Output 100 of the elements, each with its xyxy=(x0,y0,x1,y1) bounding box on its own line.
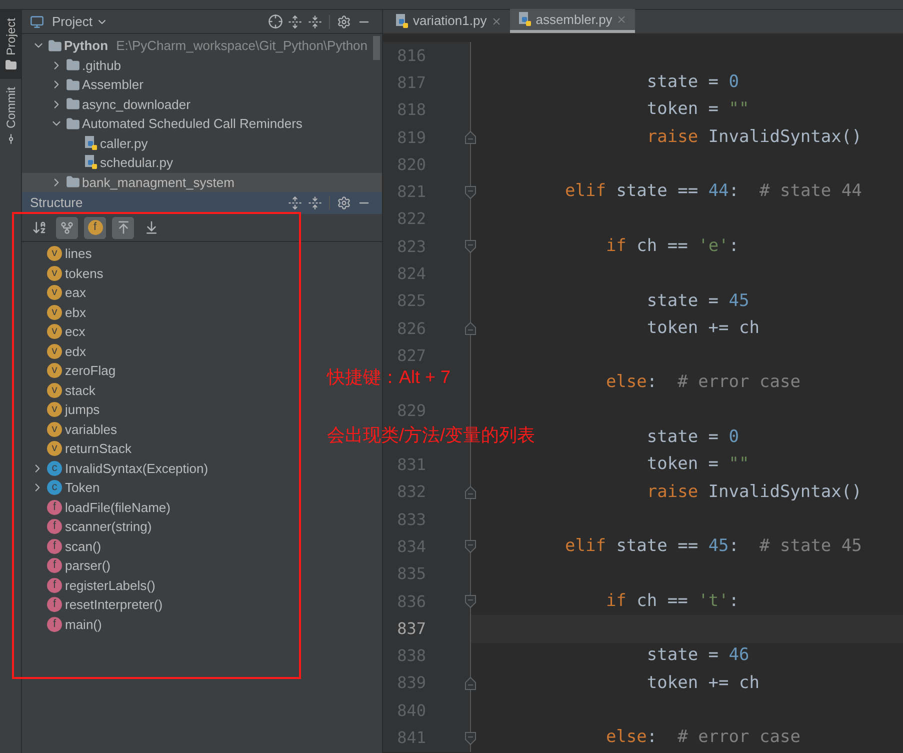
fold-end-icon[interactable] xyxy=(465,322,476,336)
fold-end-icon[interactable] xyxy=(465,486,476,499)
tree-label: caller.py xyxy=(100,134,148,153)
line-number: 837 xyxy=(397,618,426,640)
variable-badge: v xyxy=(47,402,62,418)
structure-item[interactable]: v edx xyxy=(22,342,88,361)
structure-label: loadFile(fileName) xyxy=(65,498,170,517)
project-path: E:\PyCharm_workspace\Git_Python\Python xyxy=(116,37,368,55)
variable-badge: v xyxy=(47,344,62,359)
collapse-all-icon[interactable] xyxy=(308,196,322,210)
structure-label: stack xyxy=(65,382,96,400)
close-icon[interactable] xyxy=(490,16,502,26)
structure-item[interactable]: f parser() xyxy=(22,556,113,576)
structure-item[interactable]: v stack xyxy=(22,380,98,400)
fold-start-icon[interactable] xyxy=(465,240,476,254)
tool-window-tab[interactable]: Commit xyxy=(0,79,21,153)
function-badge: f xyxy=(47,538,62,554)
tree-row[interactable]: async_downloader xyxy=(22,94,382,114)
sort-alpha-icon xyxy=(32,220,46,235)
annotation-text: 会出现类/方法/变量的列表 xyxy=(327,424,536,446)
tree-row[interactable]: caller.py xyxy=(22,134,382,153)
structure-label: InvalidSyntax(Exception) xyxy=(65,460,208,478)
scrollbar-thumb[interactable] xyxy=(373,36,380,60)
variable-badge: v xyxy=(47,285,62,300)
tree-row[interactable]: schedular.py xyxy=(22,153,382,172)
structure-item[interactable]: f scanner(string) xyxy=(22,517,154,536)
structure-item[interactable]: f scan() xyxy=(22,536,104,556)
function-badge: f xyxy=(47,597,62,612)
code-line: else: # error case xyxy=(604,371,800,394)
arrow-down-icon xyxy=(144,220,158,235)
tree-label: Assembler xyxy=(82,76,144,94)
editor-tab[interactable]: assembler.py xyxy=(510,9,636,33)
tree-label: Python xyxy=(64,37,108,55)
code-line: token = "" xyxy=(646,98,750,122)
class-badge: c xyxy=(47,460,62,476)
structure-label: zeroFlag xyxy=(65,362,116,380)
arrow-up-button[interactable] xyxy=(112,216,134,238)
fold-start-icon[interactable] xyxy=(465,540,476,554)
monitor-icon xyxy=(30,14,44,28)
class-badge: c xyxy=(47,480,62,496)
editor-tab[interactable]: variation1.py xyxy=(387,9,510,33)
fold-start-icon[interactable] xyxy=(465,732,476,745)
structure-item[interactable]: c Token xyxy=(22,478,102,498)
structure-item[interactable]: v returnStack xyxy=(22,439,134,458)
fold-end-icon[interactable] xyxy=(465,131,476,144)
tree-row[interactable]: Assembler xyxy=(22,75,382,94)
tree-row[interactable]: .github xyxy=(22,56,382,75)
structure-item[interactable]: f registerLabels() xyxy=(22,576,158,595)
structure-item[interactable]: v zeroFlag xyxy=(22,361,118,380)
variable-badge: v xyxy=(47,363,62,378)
structure-label: edx xyxy=(65,342,86,360)
code-line: token += ch xyxy=(646,316,760,340)
variable-badge: v xyxy=(47,266,62,281)
expand-all-icon[interactable] xyxy=(288,196,302,210)
tree-row[interactable]: bank_managment_system xyxy=(22,172,382,192)
python-file-icon xyxy=(84,155,98,170)
tree-row[interactable]: Python E:\PyCharm_workspace\Git_Python\Python xyxy=(22,36,382,56)
fold-start-icon[interactable] xyxy=(465,186,476,199)
settings-icon[interactable] xyxy=(337,196,351,210)
code-line: if ch == 'e': xyxy=(604,234,740,258)
structure-item[interactable]: f main() xyxy=(22,614,104,634)
annotation-text: 快捷键：Alt + 7 xyxy=(327,366,452,388)
collapse-all-icon[interactable] xyxy=(308,14,322,28)
fields-button[interactable]: f xyxy=(84,216,106,238)
structure-item[interactable]: v ecx xyxy=(22,322,88,342)
tool-window-tab[interactable]: Project xyxy=(0,10,21,80)
locate-icon[interactable] xyxy=(268,14,282,29)
expand-all-icon[interactable] xyxy=(288,14,302,28)
fold-end-icon[interactable] xyxy=(465,676,476,690)
code-line: raise InvalidSyntax() xyxy=(646,126,862,149)
structure-item[interactable]: v variables xyxy=(22,420,120,439)
structure-label: eax xyxy=(65,284,86,302)
function-badge: f xyxy=(47,500,62,515)
variable-badge: v xyxy=(47,324,62,340)
structure-item[interactable]: v ebx xyxy=(22,302,88,322)
arrow-up-icon xyxy=(116,220,130,235)
project-dropdown[interactable]: Project xyxy=(52,12,108,32)
function-badge: f xyxy=(47,578,62,593)
inherited-button[interactable] xyxy=(56,216,78,238)
folder-icon xyxy=(66,175,80,190)
structure-label: lines xyxy=(65,245,92,263)
structure-item[interactable]: v tokens xyxy=(22,264,106,283)
structure-item[interactable]: f resetInterpreter() xyxy=(22,595,165,614)
structure-label: variables xyxy=(65,420,118,438)
structure-item[interactable]: f loadFile(fileName) xyxy=(22,498,172,517)
tree-row[interactable]: Automated Scheduled Call Reminders xyxy=(22,114,382,134)
variable-badge: v xyxy=(47,422,62,437)
structure-item[interactable]: v lines xyxy=(22,244,94,264)
code-line: state = 0 xyxy=(646,71,740,94)
structure-label: scan() xyxy=(65,538,102,556)
folder-icon xyxy=(48,38,62,53)
fold-start-icon[interactable] xyxy=(465,595,476,608)
structure-label: Token xyxy=(65,479,100,497)
tree-label: async_downloader xyxy=(82,96,190,114)
structure-item[interactable]: c InvalidSyntax(Exception) xyxy=(22,458,210,478)
settings-icon[interactable] xyxy=(337,14,351,28)
structure-label: registerLabels() xyxy=(65,576,156,595)
folder-icon xyxy=(66,116,80,131)
structure-item[interactable]: v jumps xyxy=(22,400,102,420)
structure-item[interactable]: v eax xyxy=(22,283,88,302)
